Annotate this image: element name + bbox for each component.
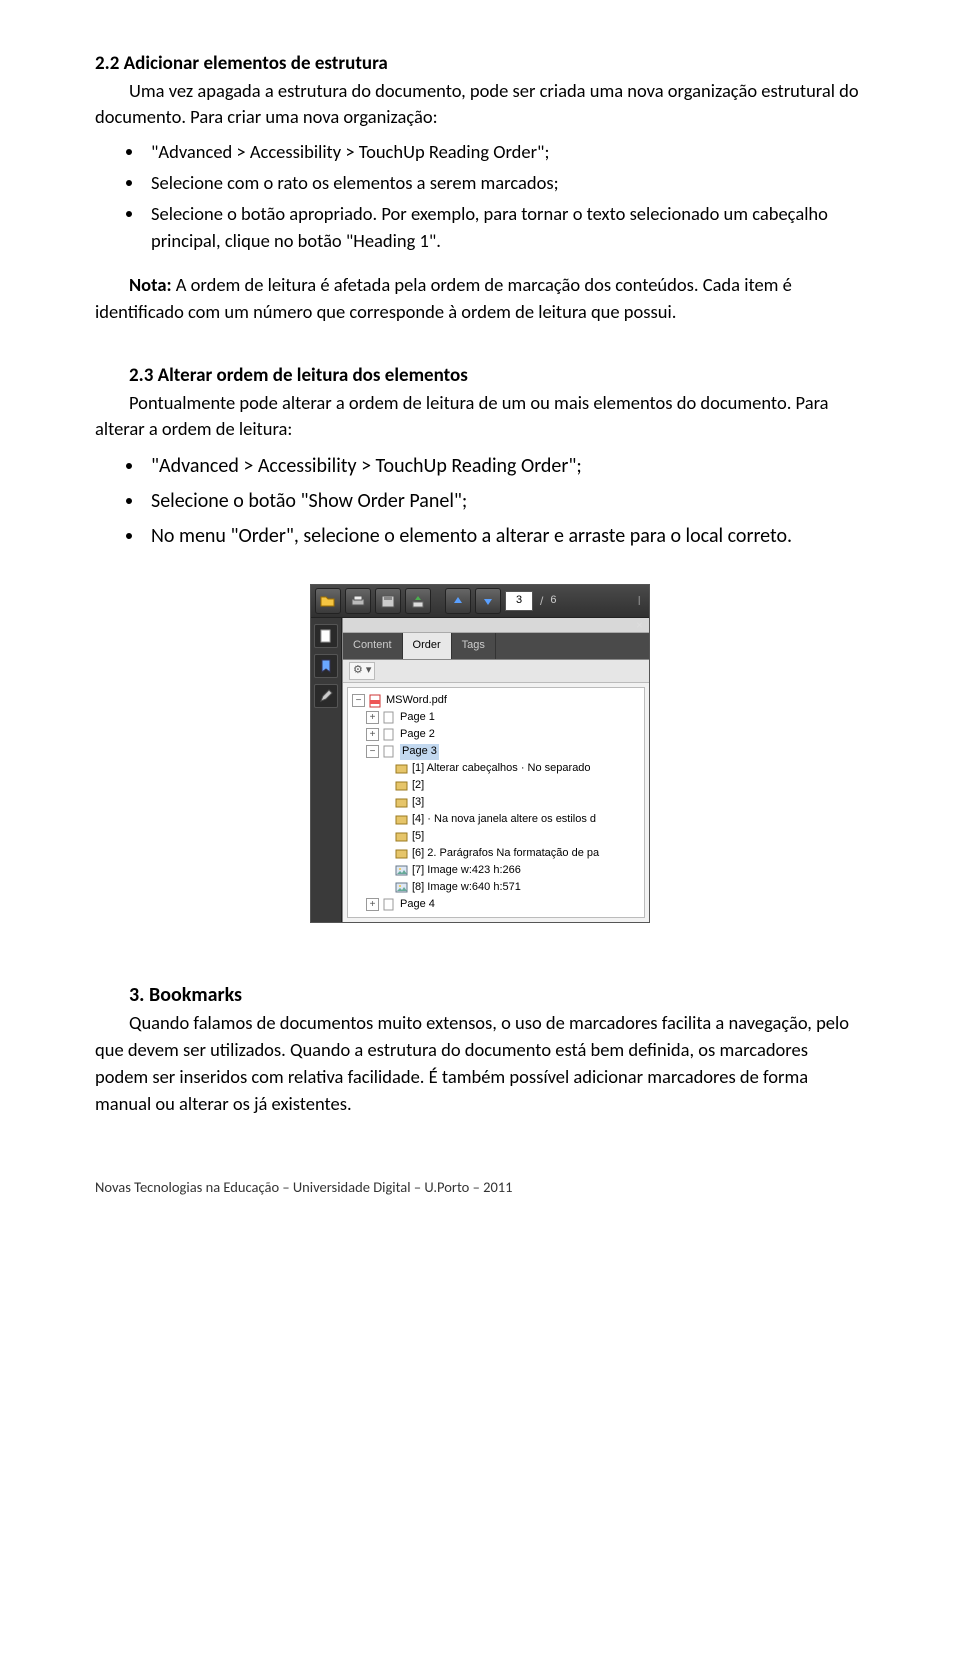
side-rail <box>311 618 342 922</box>
expand-icon[interactable]: + <box>366 728 379 741</box>
sign-rail-button[interactable] <box>314 684 338 708</box>
page-separator: / <box>537 593 546 610</box>
tree-item-label: [5] <box>412 829 424 845</box>
heading-2-2: 2.2 Adicionar elementos de estrutura <box>95 50 865 78</box>
toolbar: 3 / 6 Ⅰ <box>311 585 649 618</box>
nota-label: Nota: <box>129 273 172 296</box>
box-icon <box>394 830 408 844</box>
bullet-2-3-2: Selecione o botão "Show Order Panel"; <box>145 486 865 517</box>
panel-close-bar: × <box>343 618 649 633</box>
box-icon <box>394 847 408 861</box>
prev-page-button[interactable] <box>445 588 471 614</box>
image-icon <box>394 881 408 895</box>
heading-3: 3. Bookmarks <box>95 981 865 1010</box>
panel-toolbar: ⚙ ▾ <box>343 660 649 683</box>
tree-item-3[interactable]: [3] <box>350 794 642 811</box>
nota-paragraph: Nota: A ordem de leitura é afetada pela … <box>95 272 865 326</box>
box-icon <box>394 813 408 827</box>
upload-button[interactable] <box>405 588 431 614</box>
page-number-input[interactable]: 3 <box>505 591 533 611</box>
navigation-panel: × Content Order Tags ⚙ ▾ − MSWord.pdf + <box>342 618 649 922</box>
tree-item-label: [6] 2. Parágrafos Na formatação de pa <box>412 846 599 862</box>
tree-file-label: MSWord.pdf <box>386 693 447 709</box>
expand-icon[interactable]: + <box>366 898 379 911</box>
tab-order[interactable]: Order <box>403 633 452 659</box>
tree-item-label: [7] Image w:423 h:266 <box>412 863 521 879</box>
tree-page-3[interactable]: − Page 3 <box>350 743 642 760</box>
tree-page-label: Page 2 <box>400 727 435 743</box>
page-icon <box>382 898 396 912</box>
printer-icon <box>350 594 366 608</box>
panel-close-button[interactable]: × <box>636 617 643 634</box>
tree-item-6[interactable]: [6] 2. Parágrafos Na formatação de pa <box>350 845 642 862</box>
page-icon <box>382 728 396 742</box>
tree-item-7[interactable]: [7] Image w:423 h:266 <box>350 862 642 879</box>
collapse-icon[interactable]: − <box>366 745 379 758</box>
save-button[interactable] <box>375 588 401 614</box>
tree-item-4[interactable]: [4] · Na nova janela altere os estilos d <box>350 811 642 828</box>
box-icon <box>394 779 408 793</box>
paragraph-3-1: Quando falamos de documentos muito exten… <box>95 1010 865 1117</box>
order-tree: − MSWord.pdf + Page 1 + Page 2 − <box>347 687 645 918</box>
bookmark-icon <box>319 659 333 673</box>
expand-icon[interactable]: + <box>366 711 379 724</box>
bullet-2-3-1: "Advanced > Accessibility > TouchUp Read… <box>145 451 865 482</box>
pen-icon <box>319 689 333 703</box>
tree-item-label: [1] Alterar cabeçalhos · No separado <box>412 761 591 777</box>
disk-icon <box>380 594 396 608</box>
arrow-down-icon <box>482 595 494 607</box>
print-button[interactable] <box>345 588 371 614</box>
tree-item-8[interactable]: [8] Image w:640 h:571 <box>350 879 642 896</box>
tree-page-4[interactable]: + Page 4 <box>350 896 642 913</box>
tab-tags[interactable]: Tags <box>452 633 496 659</box>
tree-item-label: [4] · Na nova janela altere os estilos d <box>412 812 596 828</box>
tree-item-2[interactable]: [2] <box>350 777 642 794</box>
tree-item-5[interactable]: [5] <box>350 828 642 845</box>
options-button[interactable]: ⚙ ▾ <box>349 662 375 680</box>
tree-item-1[interactable]: [1] Alterar cabeçalhos · No separado <box>350 760 642 777</box>
bullet-2-2-2: Selecione com o rato os elementos a sere… <box>145 170 865 197</box>
bullet-2-2-1: "Advanced > Accessibility > TouchUp Read… <box>145 139 865 166</box>
image-icon <box>394 864 408 878</box>
bookmarks-rail-button[interactable] <box>314 654 338 678</box>
tree-page-1[interactable]: + Page 1 <box>350 709 642 726</box>
page-icon <box>382 711 396 725</box>
upload-icon <box>411 594 425 608</box>
tree-file-node[interactable]: − MSWord.pdf <box>350 692 642 709</box>
open-button[interactable] <box>315 588 341 614</box>
pdf-file-icon <box>368 694 382 708</box>
arrow-up-icon <box>452 595 464 607</box>
box-icon <box>394 762 408 776</box>
tree-item-label: [8] Image w:640 h:571 <box>412 880 521 896</box>
nota-text: A ordem de leitura é afetada pela ordem … <box>95 273 792 323</box>
paragraph-2-3-1: Pontualmente pode alterar a ordem de lei… <box>95 390 865 444</box>
paragraph-2-2-1: Uma vez apagada a estrutura do documento… <box>95 78 865 132</box>
page-total: 6 <box>550 593 556 609</box>
acrobat-order-panel: 3 / 6 Ⅰ × Content Order Tags <box>310 584 650 923</box>
next-page-button[interactable] <box>475 588 501 614</box>
tab-content[interactable]: Content <box>343 633 403 659</box>
folder-icon <box>320 594 336 608</box>
page-icon <box>382 745 396 759</box>
box-icon <box>394 796 408 810</box>
text-cursor-icon: Ⅰ <box>637 593 641 610</box>
pages-rail-button[interactable] <box>314 624 338 648</box>
page-footer: Novas Tecnologias na Educação – Universi… <box>95 1177 865 1198</box>
tree-item-label: [3] <box>412 795 424 811</box>
tree-page-label: Page 4 <box>400 897 435 913</box>
panel-tabs: Content Order Tags <box>343 633 649 660</box>
tree-page-2[interactable]: + Page 2 <box>350 726 642 743</box>
bullet-2-3-3: No menu "Order", selecione o elemento a … <box>145 521 865 552</box>
collapse-icon[interactable]: − <box>352 694 365 707</box>
bullet-2-2-3: Selecione o botão apropriado. Por exempl… <box>145 201 865 255</box>
tree-page-label: Page 1 <box>400 710 435 726</box>
tree-page-label-selected: Page 3 <box>400 744 439 760</box>
tree-item-label: [2] <box>412 778 424 794</box>
page-icon <box>319 629 333 643</box>
heading-2-3: 2.3 Alterar ordem de leitura dos element… <box>95 362 865 390</box>
